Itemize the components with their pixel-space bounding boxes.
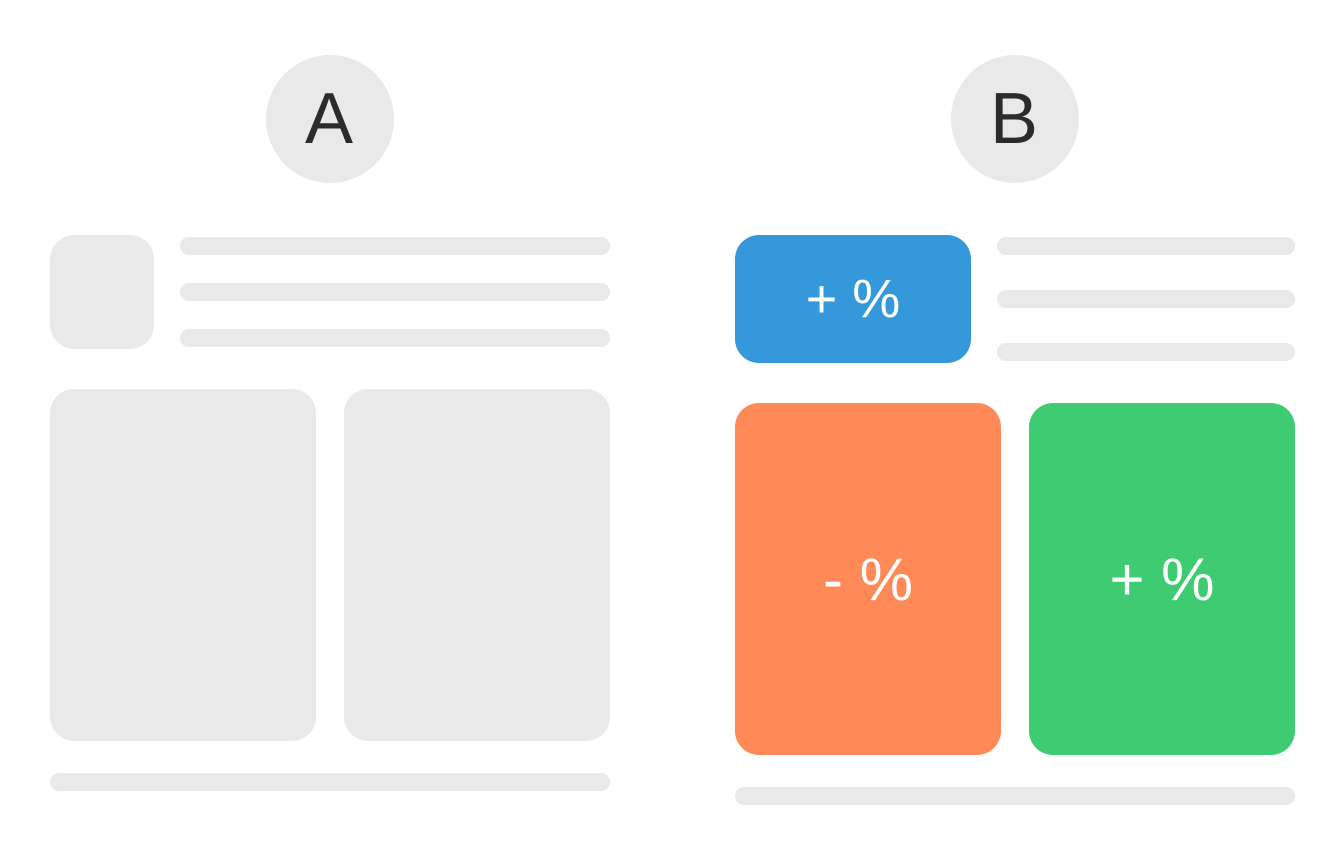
variant-b-header: + % [735,235,1295,363]
variant-a-header [50,235,610,349]
variant-a-label: A [305,78,355,160]
placeholder-lines [997,235,1295,363]
placeholder-line [180,237,610,255]
placeholder-lines [180,235,610,349]
variant-b-label: B [990,78,1040,160]
metric-text: + % [1109,545,1214,614]
placeholder-footer [735,787,1295,805]
placeholder-line [180,283,610,301]
variant-a-cards [50,389,610,741]
metric-card-left: - % [735,403,1001,755]
variant-a-badge: A [266,55,394,183]
placeholder-line [997,343,1295,361]
placeholder-line [180,329,610,347]
placeholder-footer [50,773,610,791]
variant-b: B + % - % + % [735,55,1295,805]
placeholder-card [344,389,610,741]
placeholder-card [50,389,316,741]
metric-text: - % [823,545,913,614]
metric-text: + % [806,268,901,330]
placeholder-thumb [50,235,154,349]
metric-card-right: + % [1029,403,1295,755]
placeholder-line [997,237,1295,255]
variant-b-badge: B [951,55,1079,183]
ab-test-diagram: A B + % [0,0,1325,859]
variant-b-cards: - % + % [735,403,1295,755]
variant-a: A [50,55,610,791]
metric-block-header: + % [735,235,971,363]
placeholder-line [997,290,1295,308]
